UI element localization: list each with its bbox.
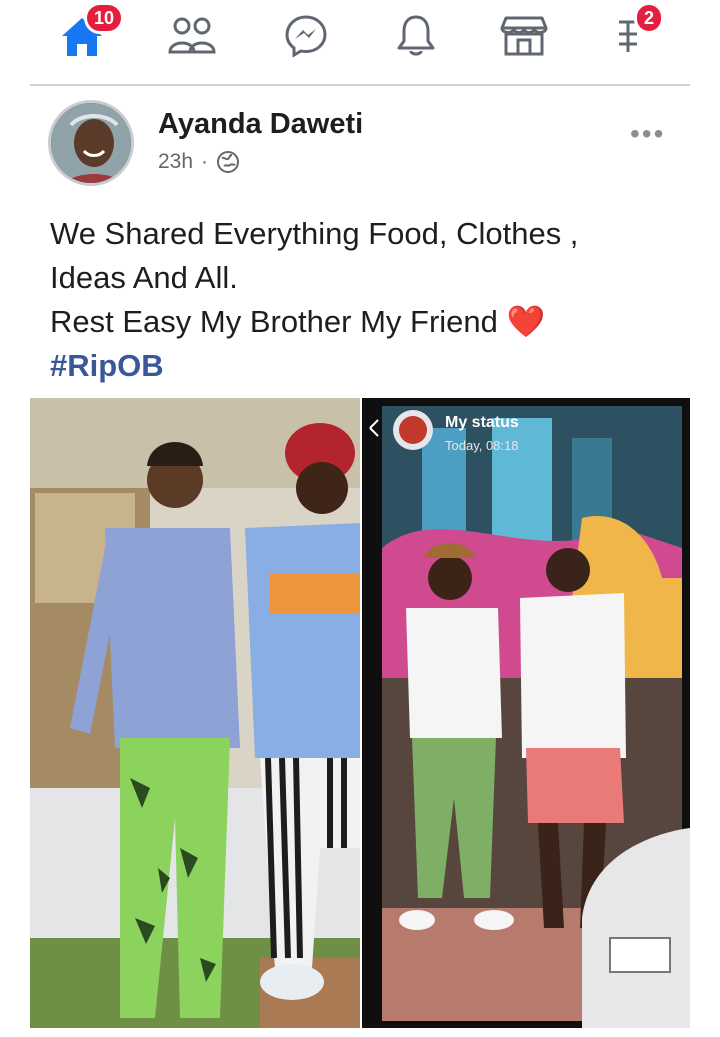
post-photo-left[interactable] <box>30 398 360 1028</box>
globe-icon <box>217 151 240 173</box>
author-name[interactable]: Ayanda Daweti <box>158 108 363 141</box>
top-navigation-bar: 10 2 <box>0 0 720 80</box>
status-time: Today, 08:18 <box>445 438 519 453</box>
post-time[interactable]: 23h <box>158 150 193 174</box>
meta-separator: · <box>201 150 209 173</box>
notifications-badge: 2 <box>634 2 665 34</box>
nav-messenger[interactable] <box>278 8 334 64</box>
home-badge: 10 <box>84 2 125 34</box>
marketplace-icon <box>500 16 548 56</box>
hashtag-link[interactable]: #RipOB <box>50 344 670 388</box>
nav-menu[interactable]: 2 <box>600 2 665 64</box>
nav-divider <box>30 84 690 86</box>
nav-home[interactable]: 10 <box>54 2 125 64</box>
nav-friends[interactable] <box>164 8 220 64</box>
post-text-line: Ideas And All. <box>50 260 238 295</box>
avatar[interactable] <box>48 100 134 186</box>
friends-icon <box>168 17 216 54</box>
post-text-line: Rest Easy My Brother My Friend ❤️ <box>50 304 546 339</box>
bell-icon <box>397 15 435 56</box>
heart-icon: ❤️ <box>506 304 546 339</box>
post-header: Ayanda Daweti 23h · ••• <box>0 90 720 200</box>
post-text: We Shared Everything Food, Clothes , Ide… <box>50 212 670 388</box>
more-options-icon[interactable]: ••• <box>630 118 665 150</box>
post-photo-right[interactable] <box>362 398 690 1028</box>
post-text-line: We Shared Everything Food, Clothes , <box>50 216 579 251</box>
messenger-icon <box>285 15 327 58</box>
status-label: My status <box>445 414 519 431</box>
post-meta: 23h · <box>158 150 240 174</box>
nav-marketplace[interactable] <box>496 8 552 64</box>
nav-notifications[interactable] <box>388 8 444 64</box>
